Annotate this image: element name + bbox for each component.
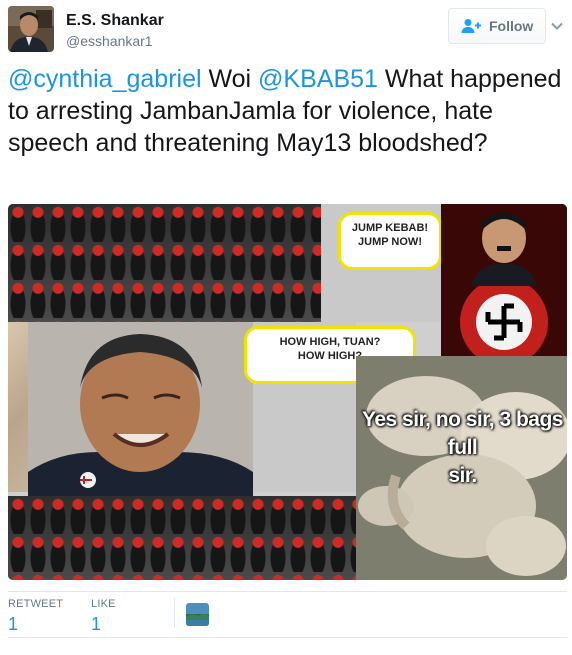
police-crowd-image — [8, 204, 321, 322]
meme-caption-line: sir. — [448, 464, 477, 487]
divider — [8, 637, 567, 638]
like-count[interactable]: 1 — [91, 614, 116, 635]
bubble-text: HOW HIGH, TUAN? — [279, 336, 381, 348]
chevron-down-icon[interactable] — [550, 19, 564, 33]
tweet-text-part: Woi — [201, 65, 259, 93]
retweet-label: RETWEET — [8, 598, 64, 610]
liker-avatar[interactable] — [186, 603, 209, 626]
police-chief-portrait — [28, 322, 253, 500]
bubble-text: JUMP NOW! — [358, 236, 422, 248]
like-stat[interactable]: LIKE 1 — [91, 598, 116, 635]
mention-cynthia-gabriel[interactable]: @cynthia_gabriel — [8, 65, 202, 93]
add-user-icon — [461, 19, 481, 33]
like-label: LIKE — [91, 598, 116, 610]
retweet-count[interactable]: 1 — [8, 614, 63, 635]
display-name[interactable]: E.S. Shankar — [66, 11, 164, 31]
follow-button[interactable]: Follow — [448, 8, 546, 44]
stat-separator — [174, 598, 175, 628]
police-crowd-image — [8, 496, 356, 580]
speech-bubble-jump: JUMP KEBAB! JUMP NOW! — [338, 212, 442, 270]
avatar[interactable] — [8, 6, 54, 52]
meme-caption: Yes sir, no sir, 3 bags full sir. — [358, 406, 567, 490]
divider — [8, 591, 567, 592]
bubble-text: JUMP KEBAB! — [351, 222, 429, 234]
tweet-media-image[interactable]: JUMP KEBAB! JUMP NOW! HOW HIGH, TUAN? HO… — [8, 204, 567, 580]
mention-kbab51[interactable]: @KBAB51 — [258, 65, 378, 93]
user-handle[interactable]: @esshankar1 — [66, 32, 164, 50]
tweet-header: E.S. Shankar @esshankar1 Follow — [8, 6, 564, 52]
retweet-stat[interactable]: RETWEET 1 — [8, 598, 63, 635]
meme-caption-line: Yes sir, no sir, 3 bags full — [362, 408, 563, 459]
politician-portrait — [441, 204, 567, 356]
follow-button-label: Follow — [489, 18, 534, 34]
tweet-text: @cynthia_gabriel Woi @KBAB51 What happen… — [8, 63, 564, 159]
